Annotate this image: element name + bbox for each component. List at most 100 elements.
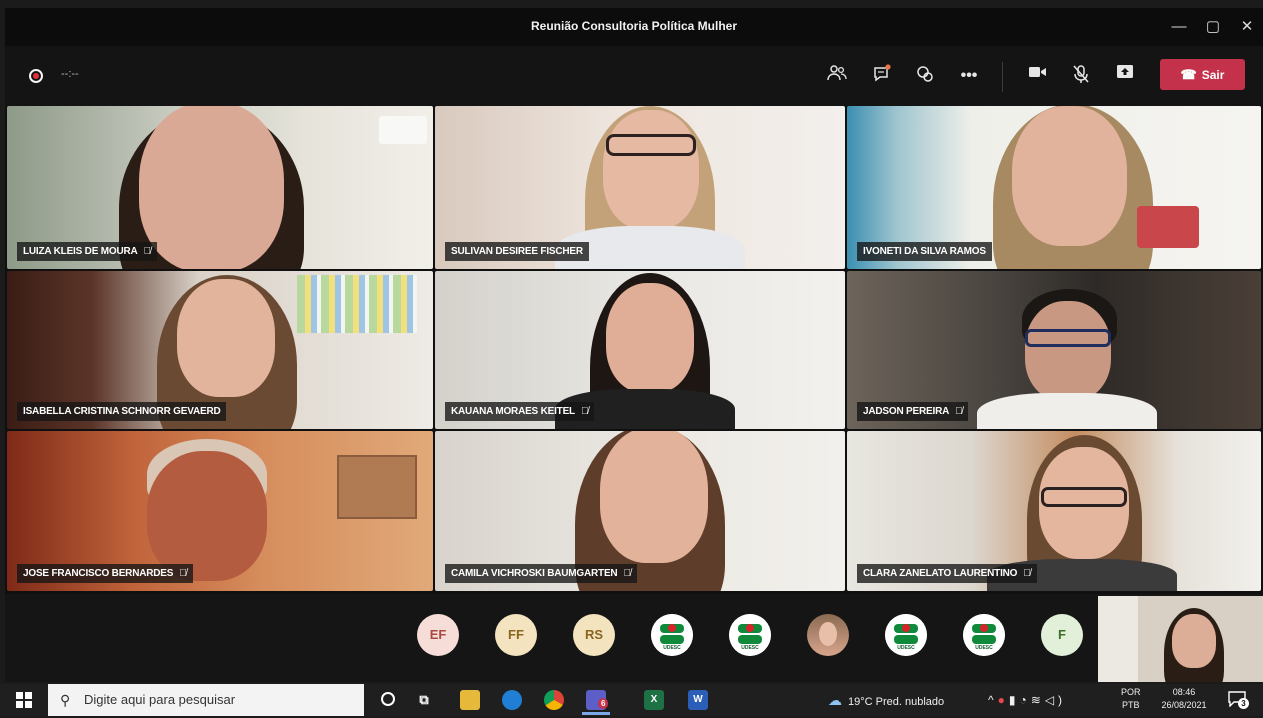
participant-name-label: CLARA ZANELATO LAURENTINO 🎙̸ — [857, 564, 1037, 583]
video-tile[interactable]: IVONETI DA SILVA RAMOS — [847, 106, 1261, 269]
task-view-icon[interactable]: ⧉ — [414, 690, 434, 710]
participant-avatar[interactable]: RS — [573, 614, 615, 656]
language-bottom: PTB — [1122, 700, 1140, 710]
participant-avatar[interactable]: UDESC — [651, 614, 693, 656]
word-icon[interactable]: W — [688, 690, 708, 710]
notification-center-button[interactable]: 3 — [1228, 691, 1250, 709]
video-tile[interactable]: SULIVAN DESIREE FISCHER — [435, 106, 845, 269]
participants-button[interactable] — [823, 64, 851, 88]
windows-start-button[interactable] — [16, 692, 32, 708]
clock[interactable]: 08:46 26/08/2021 — [1150, 686, 1218, 712]
reactions-button[interactable] — [911, 64, 939, 88]
mic-muted-icon: 🎙̸ — [580, 406, 589, 417]
title-bar: Reunião Consultoria Política Mulher — ▢ … — [5, 8, 1263, 46]
glasses — [1041, 487, 1127, 507]
self-view-video[interactable] — [1098, 596, 1263, 682]
air-conditioner — [379, 116, 427, 144]
participant-avatar[interactable]: UDESC — [885, 614, 927, 656]
weather-widget[interactable]: ☁ 19°C Pred. nublado — [828, 684, 944, 716]
share-tray-icon — [1117, 65, 1133, 78]
excel-icon[interactable]: X — [644, 690, 664, 710]
video-scene — [147, 451, 267, 581]
recording-indicator-icon — [29, 69, 43, 83]
participant-avatar[interactable]: UDESC — [963, 614, 1005, 656]
glasses — [606, 134, 696, 156]
cloud-icon: ☁ — [828, 692, 842, 708]
video-scene — [177, 279, 275, 397]
mic-muted-icon: 🎙̸ — [143, 246, 152, 257]
meeting-timer: --:-- — [61, 68, 79, 80]
video-tile[interactable]: KAUANA MORAES KEITEL 🎙̸ — [435, 271, 845, 429]
chat-icon — [874, 64, 891, 82]
raise-hand-icon — [917, 66, 933, 82]
mic-muted-icon: 🎙̸ — [955, 406, 963, 417]
participant-name: CLARA ZANELATO LAURENTINO — [863, 568, 1018, 579]
video-scene — [1012, 106, 1127, 246]
participant-name: JADSON PEREIRA — [863, 406, 950, 417]
self-view-scene — [1172, 614, 1216, 668]
participant-name: IVONETI DA SILVA RAMOS — [863, 246, 986, 257]
chevron-up-icon: ^ — [988, 693, 998, 707]
video-camera-icon — [1029, 67, 1046, 77]
svg-text:UDESC: UDESC — [975, 645, 993, 651]
video-scene — [139, 106, 284, 269]
video-tile[interactable]: CAMILA VICHROSKI BAUMGARTEN 🎙̸ — [435, 431, 845, 591]
language-indicator[interactable]: POR PTB — [1121, 686, 1141, 712]
video-scene — [606, 283, 694, 393]
participant-name-label: JOSE FRANCISCO BERNARDES 🎙̸ — [17, 564, 193, 583]
mic-muted-icon: 🎙̸ — [1023, 568, 1031, 579]
network-icon: ◔ — [1019, 693, 1031, 707]
minimize-button[interactable]: — — [1163, 14, 1195, 40]
wall-picture — [337, 455, 417, 519]
close-button[interactable]: ✕ — [1231, 14, 1263, 40]
chrome-browser-icon[interactable] — [544, 690, 564, 710]
participant-name: JOSE FRANCISCO BERNARDES — [23, 568, 174, 579]
participant-name: CAMILA VICHROSKI BAUMGARTEN — [451, 568, 618, 579]
participant-name-label: SULIVAN DESIREE FISCHER — [445, 242, 589, 261]
video-tile[interactable]: JOSE FRANCISCO BERNARDES 🎙̸ — [7, 431, 433, 591]
udesc-logo-icon: UDESC — [729, 614, 771, 656]
maximize-button[interactable]: ▢ — [1197, 14, 1229, 40]
avatar-initials: F — [1058, 627, 1066, 642]
microphone-icon: ▮ — [1008, 693, 1020, 707]
more-options-button[interactable]: ••• — [955, 64, 983, 88]
clock-time: 08:46 — [1172, 687, 1196, 697]
participant-avatar[interactable]: F — [1041, 614, 1083, 656]
teams-app-icon[interactable]: 6 — [586, 690, 609, 710]
share-screen-button[interactable] — [1111, 64, 1139, 88]
participant-avatar[interactable]: EF — [417, 614, 459, 656]
phone-hangup-icon: ☎ — [1180, 67, 1197, 82]
leave-button[interactable]: ☎ Sair — [1160, 59, 1245, 90]
participant-avatar-photo[interactable] — [807, 614, 849, 656]
mic-muted-icon: 🎙̸ — [179, 568, 187, 579]
video-scene — [603, 110, 699, 230]
system-tray-icons[interactable]: ^●▮◔≋◁) — [988, 684, 1066, 716]
participant-avatar[interactable]: UDESC — [729, 614, 771, 656]
participant-name-label: ISABELLA CRISTINA SCHNORR GEVAERD — [17, 402, 227, 421]
microphone-button[interactable] — [1067, 64, 1095, 88]
participant-name: LUIZA KLEIS DE MOURA — [23, 246, 138, 257]
avatar-initials: EF — [429, 627, 447, 642]
video-tile[interactable]: JADSON PEREIRA 🎙̸ — [847, 271, 1261, 429]
antivirus-icon: ● — [997, 693, 1009, 707]
udesc-logo-icon: UDESC — [651, 614, 693, 656]
video-tile[interactable]: ISABELLA CRISTINA SCHNORR GEVAERD — [7, 271, 433, 429]
camera-button[interactable] — [1023, 64, 1051, 88]
search-icon: ⚲ — [60, 692, 71, 708]
microphone-muted-icon — [1073, 65, 1089, 83]
video-tile[interactable]: CLARA ZANELATO LAURENTINO 🎙̸ — [847, 431, 1261, 591]
wifi-icon: ≋ — [1030, 693, 1045, 707]
taskbar-search-input[interactable]: ⚲ Digite aqui para pesquisar — [48, 684, 364, 716]
file-explorer-icon[interactable] — [460, 690, 480, 710]
video-scene — [977, 393, 1157, 429]
chat-button[interactable] — [868, 64, 896, 88]
active-app-indicator — [582, 712, 610, 715]
participant-name-label: JADSON PEREIRA 🎙̸ — [857, 402, 969, 421]
edge-browser-icon[interactable] — [502, 690, 522, 710]
video-tile[interactable]: LUIZA KLEIS DE MOURA 🎙̸ — [7, 106, 433, 269]
udesc-logo-icon: UDESC — [885, 614, 927, 656]
windows-logo-icon — [16, 692, 32, 708]
clock-date: 26/08/2021 — [1161, 700, 1207, 710]
participant-avatar[interactable]: FF — [495, 614, 537, 656]
cortana-icon[interactable] — [381, 692, 395, 706]
